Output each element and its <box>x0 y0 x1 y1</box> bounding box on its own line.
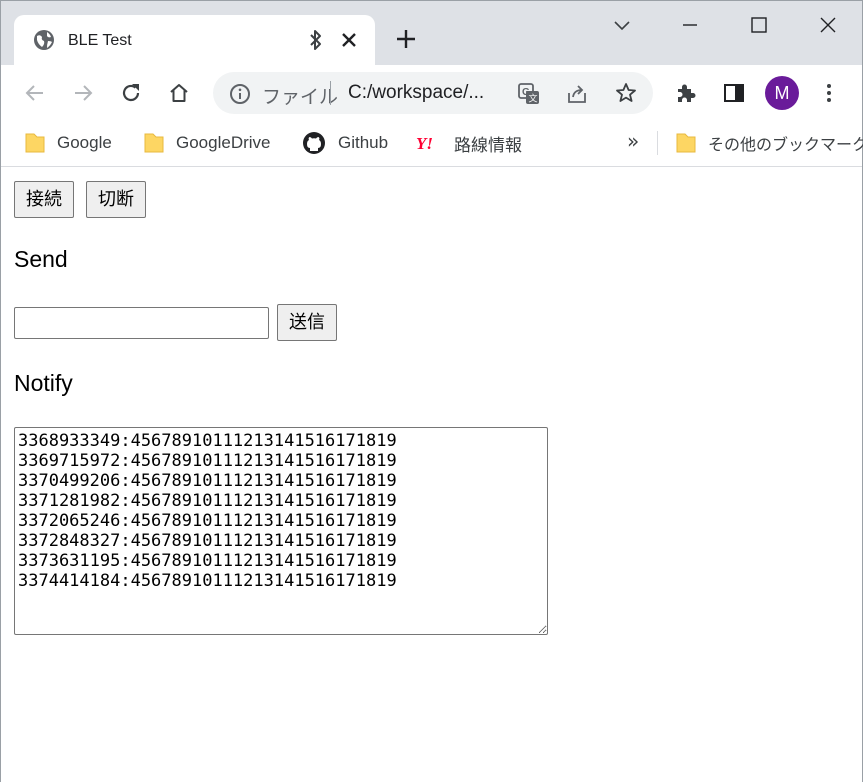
tab-title: BLE Test <box>68 32 132 49</box>
bookmark-github[interactable]: Github <box>302 121 388 165</box>
browser-toolbar: ファイル C:/workspace/... G 文 M <box>1 65 862 121</box>
notify-textarea[interactable] <box>14 427 548 635</box>
folder-icon <box>676 132 696 154</box>
bookmark-label: その他のブックマーク <box>708 137 863 154</box>
url-text[interactable]: C:/workspace/... <box>348 82 484 104</box>
url-scheme-label: ファイル <box>262 86 339 108</box>
send-input[interactable] <box>14 307 269 339</box>
site-info-icon[interactable] <box>229 83 251 109</box>
new-tab-icon[interactable] <box>394 27 418 55</box>
notify-heading: Notify <box>14 370 73 396</box>
maximize-icon[interactable] <box>747 13 771 41</box>
yahoo-icon: Y! <box>416 134 442 152</box>
bookmarks-overflow-chevron-icon[interactable]: » <box>627 129 639 153</box>
bookmark-label: 路線情報 <box>454 135 522 155</box>
profile-avatar[interactable]: M <box>765 76 799 110</box>
bookmark-googledrive[interactable]: GoogleDrive <box>144 121 271 165</box>
tab-close-icon[interactable] <box>340 29 358 55</box>
bookmarks-separator <box>657 131 658 155</box>
github-icon <box>302 131 326 155</box>
translate-icon[interactable]: G 文 <box>517 82 541 110</box>
omnibox-separator <box>330 81 331 105</box>
bookmark-other-folder[interactable]: その他のブックマーク <box>676 121 863 165</box>
bookmark-google[interactable]: Google <box>25 121 112 165</box>
page-content: 接続 切断 Send 送信 Notify <box>1 168 862 782</box>
bookmark-label: GoogleDrive <box>176 133 271 152</box>
send-button[interactable]: 送信 <box>277 304 337 341</box>
tab-search-chevron-icon[interactable] <box>610 13 634 41</box>
menu-kebab-icon[interactable] <box>817 81 841 109</box>
back-icon[interactable] <box>23 81 47 109</box>
tab-strip: BLE Test <box>1 1 862 65</box>
folder-icon <box>144 132 164 154</box>
bluetooth-icon <box>307 28 325 56</box>
extensions-puzzle-icon[interactable] <box>674 81 698 109</box>
folder-icon <box>25 132 45 154</box>
share-icon[interactable] <box>565 82 589 110</box>
home-icon[interactable] <box>167 81 191 109</box>
send-heading: Send <box>14 246 68 272</box>
bookmarks-bar: Google GoogleDrive Github Y! 路線情報 » その他の… <box>1 121 863 167</box>
globe-icon <box>33 29 55 55</box>
minimize-icon[interactable] <box>678 13 702 41</box>
svg-text:文: 文 <box>529 93 538 105</box>
bookmark-route-info[interactable]: Y! 路線情報 <box>416 121 522 165</box>
connect-button[interactable]: 接続 <box>14 181 74 218</box>
bookmark-label: Github <box>338 133 389 152</box>
tab-ble-test[interactable]: BLE Test <box>14 15 375 65</box>
reload-icon[interactable] <box>119 81 143 109</box>
disconnect-button[interactable]: 切断 <box>86 181 146 218</box>
window-close-icon[interactable] <box>816 13 840 41</box>
forward-icon[interactable] <box>71 81 95 109</box>
svg-text:Y!: Y! <box>416 134 433 152</box>
omnibox[interactable]: ファイル C:/workspace/... G 文 <box>213 72 653 114</box>
side-panel-icon[interactable] <box>722 81 746 109</box>
bookmark-label: Google <box>57 133 112 152</box>
bookmark-star-icon[interactable] <box>614 81 638 109</box>
